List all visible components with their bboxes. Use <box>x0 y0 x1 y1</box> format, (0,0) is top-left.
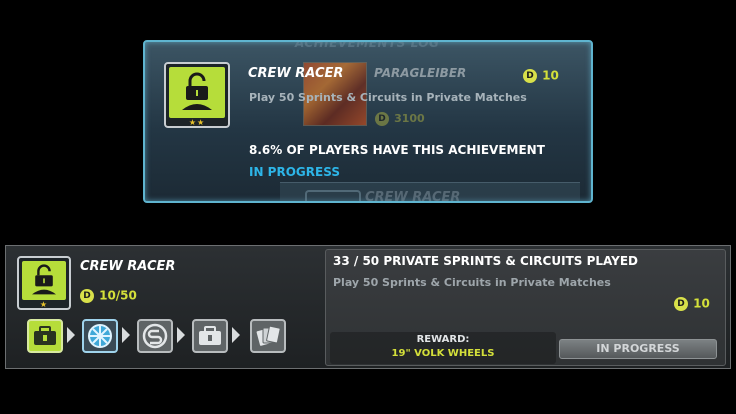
reward-points: D 10 <box>523 65 559 84</box>
progress-reward-points-value: 10 <box>693 296 710 311</box>
achievement-icon: ★★ <box>164 62 230 128</box>
toolbox-icon <box>199 326 221 345</box>
overlay-title: PARAGLEIBER <box>374 66 467 80</box>
reward-points-value: 10 <box>542 68 559 83</box>
reward-label: REWARD: <box>416 334 470 345</box>
lock-icon <box>182 72 212 110</box>
overlay-coin-icon: D <box>375 111 389 126</box>
step-arrow <box>67 327 75 343</box>
step-arrow <box>232 327 240 343</box>
wheel-icon <box>88 324 112 348</box>
step-arrow <box>177 327 185 343</box>
step-cards-locked[interactable] <box>250 319 286 353</box>
status-text: IN PROGRESS <box>249 165 340 179</box>
in-progress-button[interactable]: IN PROGRESS <box>559 339 717 359</box>
coin-icon: D <box>80 288 94 303</box>
step-currency-locked[interactable] <box>137 319 173 353</box>
achievement-title-small: CREW RACER <box>80 259 176 274</box>
step-toolbox-locked[interactable] <box>192 319 228 353</box>
progress-points: D 10/50 <box>80 285 137 304</box>
step-toolbox-completed[interactable] <box>27 319 63 353</box>
ghost-row-icon <box>305 190 361 201</box>
cards-icon <box>256 325 281 346</box>
overlay-points: D 3100 <box>375 108 425 127</box>
progress-points-value: 10/50 <box>99 288 137 303</box>
progress-heading: 33 / 50 PRIVATE SPRINTS & CIRCUITS PLAYE… <box>333 254 638 268</box>
ghost-row-title: CREW RACER <box>365 190 461 203</box>
progress-reward-points: D 10 <box>674 293 710 312</box>
ghost-log-header: ACHIEVEMENTS LOG <box>295 40 440 50</box>
rating-star: ★ <box>39 300 49 309</box>
coin-icon: D <box>674 296 688 311</box>
progress-description: Play 50 Sprints & Circuits in Private Ma… <box>333 276 611 289</box>
coin-icon: D <box>523 68 537 83</box>
step-arrow <box>122 327 130 343</box>
players-percentage: 8.6% OF PLAYERS HAVE THIS ACHIEVEMENT <box>249 143 545 157</box>
rating-stars: ★★ <box>188 118 206 127</box>
lock-icon <box>32 264 56 295</box>
reward-value: 19" VOLK WHEELS <box>391 348 495 359</box>
achievement-title: CREW RACER <box>248 66 344 81</box>
achievement-icon-small: ★ <box>17 256 71 310</box>
currency-icon <box>142 323 168 349</box>
step-wheel-current[interactable] <box>82 319 118 353</box>
toolbox-icon <box>34 326 56 345</box>
achievement-description: Play 50 Sprints & Circuits in Private Ma… <box>249 91 527 104</box>
overlay-points-value: 3100 <box>394 112 425 125</box>
